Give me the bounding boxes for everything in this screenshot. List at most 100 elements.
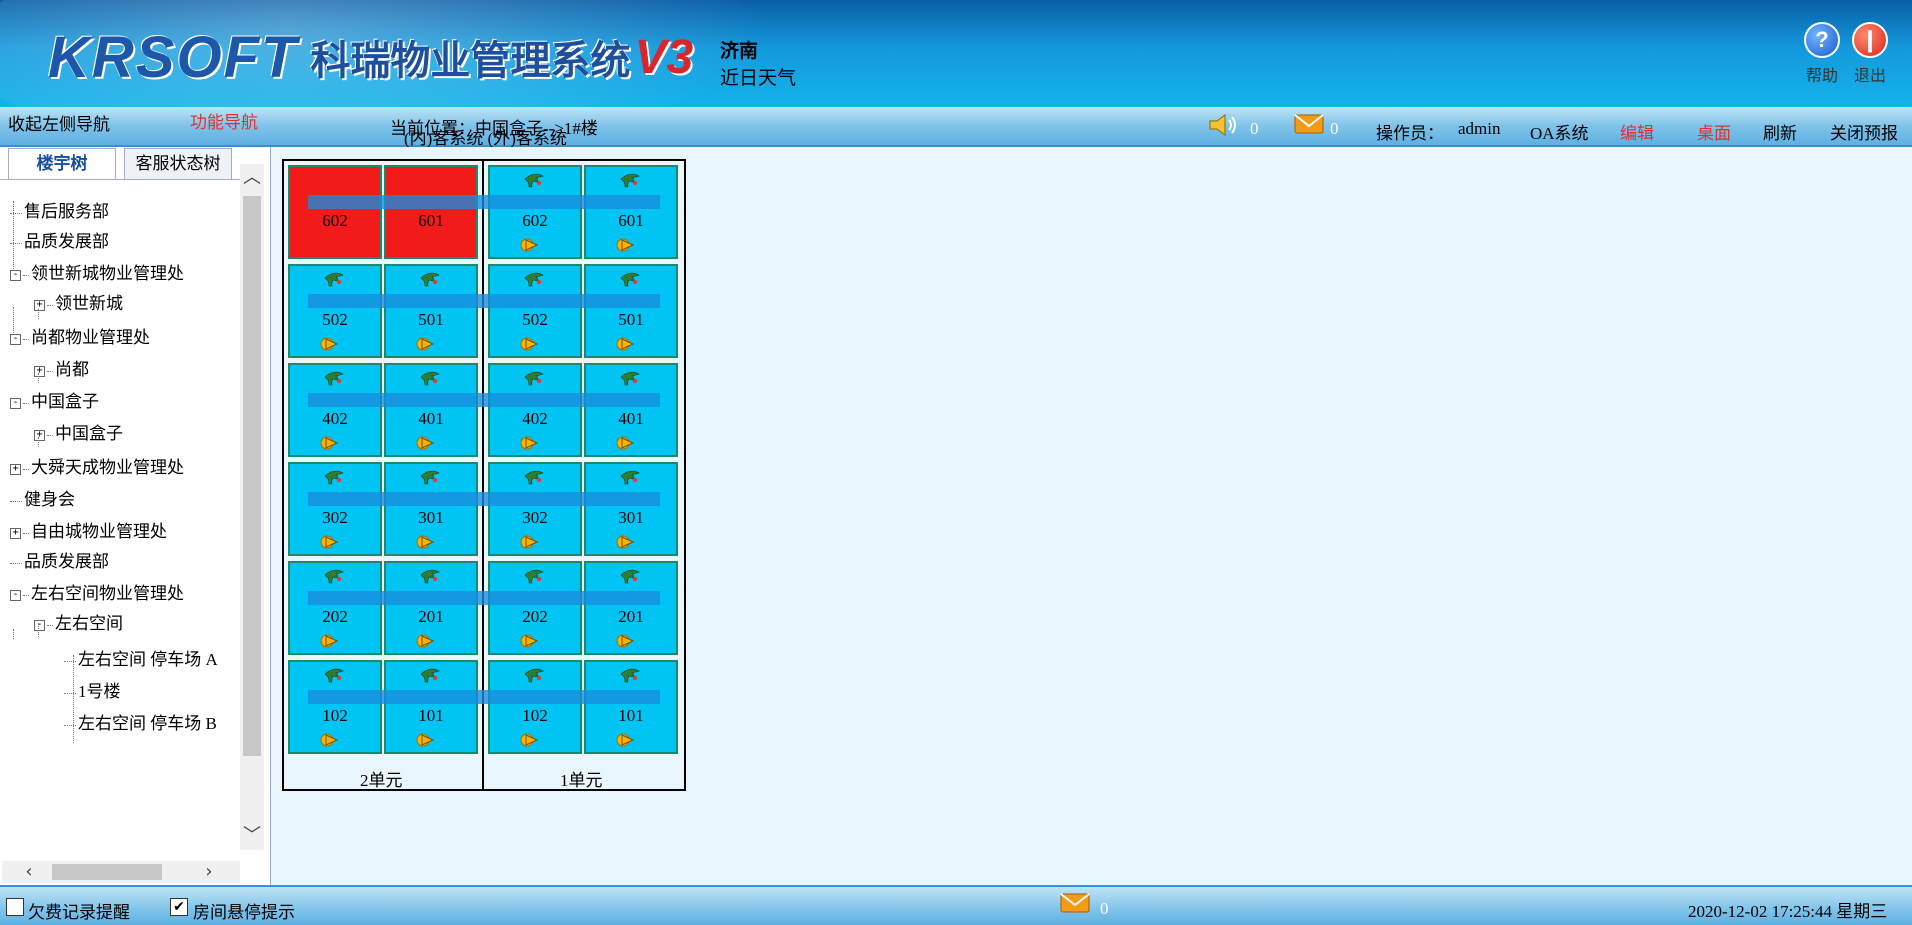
play-icon[interactable]	[616, 631, 636, 651]
room-cell[interactable]: 401	[384, 363, 478, 457]
expand-icon[interactable]: +	[34, 365, 45, 377]
footer-mail-icon[interactable]	[1060, 893, 1090, 913]
room-cell[interactable]: 401	[584, 363, 678, 457]
collapse-icon[interactable]: -	[10, 269, 21, 281]
room-hover-tip-checkbox[interactable]: ✔	[170, 898, 188, 916]
play-icon[interactable]	[416, 631, 436, 651]
room-cell[interactable]: 201	[384, 561, 478, 655]
tree-node[interactable]: 品质发展部	[10, 227, 109, 252]
tree-node[interactable]: - 尚都物业管理处	[10, 323, 150, 348]
tree-node[interactable]: + 大舜天成物业管理处	[10, 453, 184, 478]
collapse-nav-link[interactable]: 收起左侧导航	[8, 110, 110, 135]
expand-icon[interactable]: +	[34, 299, 45, 311]
play-icon[interactable]	[616, 235, 636, 255]
room-cell[interactable]: 602	[288, 165, 382, 259]
exit-button[interactable]: ❙ 退出	[1844, 22, 1896, 86]
help-button[interactable]: ? 帮助	[1796, 22, 1848, 86]
refresh-link[interactable]: 刷新	[1763, 119, 1797, 144]
expand-icon[interactable]: +	[10, 463, 21, 475]
play-icon[interactable]	[520, 235, 540, 255]
scroll-up-icon[interactable]: ︿	[240, 164, 264, 192]
play-icon[interactable]	[520, 631, 540, 651]
tree-node[interactable]: 健身会	[10, 485, 75, 510]
room-cell[interactable]: 602	[488, 165, 582, 259]
scroll-down-icon[interactable]: ﹀	[240, 822, 264, 850]
mail-icon[interactable]	[1294, 114, 1324, 134]
play-icon[interactable]	[416, 334, 436, 354]
function-nav-link[interactable]: 功能导航	[190, 108, 258, 133]
tree-node[interactable]: + 尚都	[34, 355, 89, 380]
tree-node[interactable]: 左右空间 停车场 B	[64, 709, 217, 734]
room-cell[interactable]: 601	[584, 165, 678, 259]
play-icon[interactable]	[416, 532, 436, 552]
speaker-icon[interactable]	[1208, 113, 1240, 137]
close-alert-link[interactable]: 关闭预报	[1830, 119, 1898, 144]
room-cell[interactable]: 601	[384, 165, 478, 259]
room-cell[interactable]: 501	[384, 264, 478, 358]
vertical-scrollbar[interactable]: ︿ ﹀	[240, 164, 264, 850]
tab-service-status-tree[interactable]: 客服状态树	[124, 148, 232, 180]
tree-node[interactable]: - 左右空间物业管理处	[10, 579, 184, 604]
oa-system-link[interactable]: OA系统	[1530, 119, 1589, 144]
tenant-icon	[619, 269, 641, 287]
room-cell[interactable]: 402	[288, 363, 382, 457]
room-cell[interactable]: 302	[488, 462, 582, 556]
room-cell[interactable]: 102	[488, 660, 582, 754]
play-icon[interactable]	[616, 334, 636, 354]
horizontal-scroll-thumb[interactable]	[52, 864, 162, 880]
tree-node[interactable]: - 左右空间	[34, 609, 123, 634]
arrears-reminder-checkbox[interactable]	[6, 898, 24, 916]
play-icon[interactable]	[616, 532, 636, 552]
collapse-icon[interactable]: -	[10, 397, 21, 409]
play-icon[interactable]	[416, 433, 436, 453]
room-cell[interactable]: 202	[488, 561, 582, 655]
room-cell[interactable]: 101	[584, 660, 678, 754]
redaction-band	[308, 294, 660, 308]
desktop-link[interactable]: 桌面	[1697, 119, 1731, 144]
play-icon[interactable]	[320, 433, 340, 453]
play-icon[interactable]	[520, 334, 540, 354]
tree-node[interactable]: - 中国盒子	[10, 387, 99, 412]
tree-node[interactable]: + 领世新城	[34, 289, 123, 314]
play-icon[interactable]	[416, 730, 436, 750]
tree-node[interactable]: - 领世新城物业管理处	[10, 259, 184, 284]
play-icon[interactable]	[520, 532, 540, 552]
room-cell[interactable]: 201	[584, 561, 678, 655]
room-cell[interactable]: 301	[384, 462, 478, 556]
collapse-icon[interactable]: -	[34, 619, 45, 631]
room-cell[interactable]: 102	[288, 660, 382, 754]
room-cell[interactable]: 301	[584, 462, 678, 556]
play-icon[interactable]	[320, 631, 340, 651]
scroll-right-icon[interactable]: ›	[196, 861, 222, 883]
horizontal-scrollbar[interactable]: ‹ ›	[2, 861, 240, 883]
play-icon[interactable]	[320, 334, 340, 354]
tree-node[interactable]: 左右空间 停车场 A	[64, 645, 218, 670]
room-cell[interactable]: 501	[584, 264, 678, 358]
play-icon[interactable]	[520, 730, 540, 750]
room-cell[interactable]: 502	[488, 264, 582, 358]
play-icon[interactable]	[616, 433, 636, 453]
play-icon[interactable]	[616, 730, 636, 750]
expand-icon[interactable]: +	[34, 429, 45, 441]
edit-link[interactable]: 编辑	[1620, 119, 1654, 144]
tab-building-tree[interactable]: 楼宇树	[8, 148, 116, 180]
scroll-left-icon[interactable]: ‹	[16, 861, 42, 883]
collapse-icon[interactable]: -	[10, 333, 21, 345]
expand-icon[interactable]: +	[10, 527, 21, 539]
tree-node[interactable]: + 中国盒子	[34, 419, 123, 444]
tree-node[interactable]: 售后服务部	[10, 197, 109, 222]
weather-label[interactable]: 近日天气	[720, 63, 796, 90]
app-logo: KRSOFT 科瑞物业管理系统 V3	[48, 22, 693, 92]
vertical-scroll-thumb[interactable]	[243, 196, 261, 756]
room-cell[interactable]: 202	[288, 561, 382, 655]
room-cell[interactable]: 502	[288, 264, 382, 358]
play-icon[interactable]	[320, 532, 340, 552]
tree-node[interactable]: + 自由城物业管理处	[10, 517, 167, 542]
tree-node[interactable]: 品质发展部	[10, 547, 109, 572]
play-icon[interactable]	[320, 730, 340, 750]
play-icon[interactable]	[520, 433, 540, 453]
room-cell[interactable]: 402	[488, 363, 582, 457]
room-cell[interactable]: 302	[288, 462, 382, 556]
room-cell[interactable]: 101	[384, 660, 478, 754]
collapse-icon[interactable]: -	[10, 589, 21, 601]
